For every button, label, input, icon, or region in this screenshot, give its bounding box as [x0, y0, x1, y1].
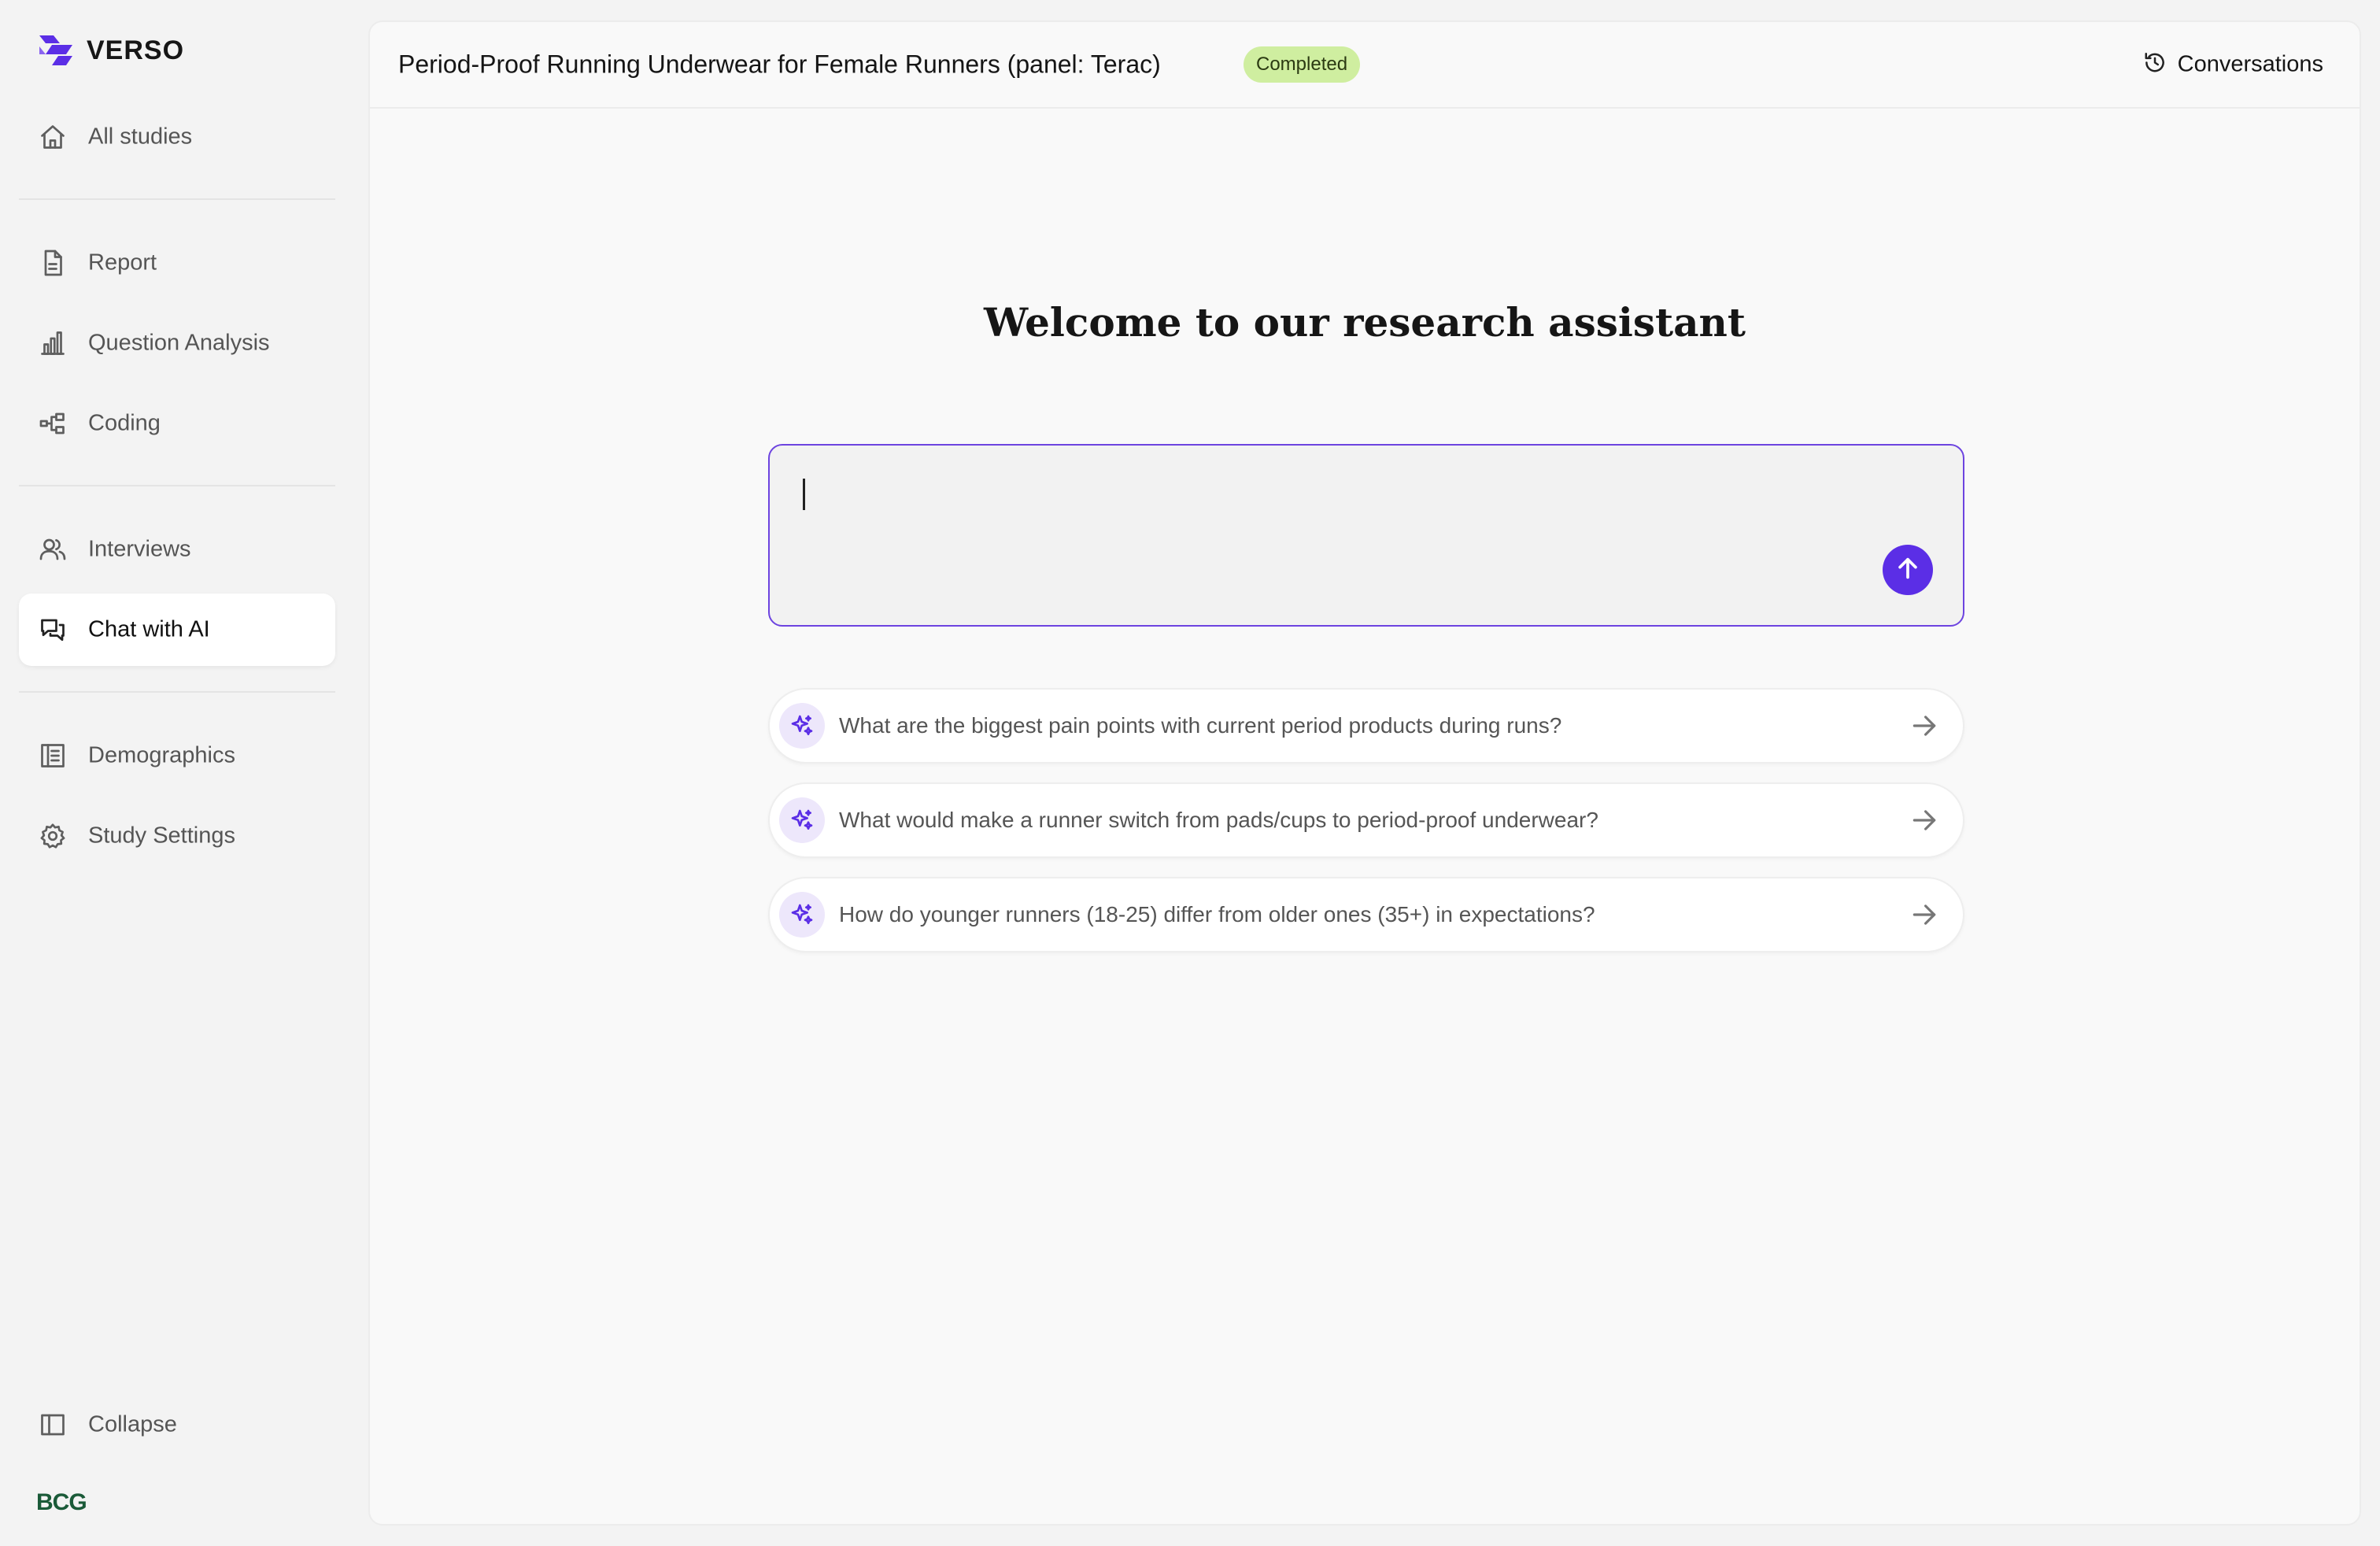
gear-icon: [38, 821, 68, 851]
sidebar-item-label: Study Settings: [88, 823, 235, 849]
sidebar-divider: [19, 691, 335, 693]
suggestion-item[interactable]: What would make a runner switch from pad…: [768, 782, 1964, 858]
sidebar-item-label: Interviews: [88, 536, 191, 562]
status-badge: Completed: [1244, 46, 1361, 83]
list-panel-icon: [38, 741, 68, 771]
sidebar-item-chat-with-ai[interactable]: Chat with AI: [19, 594, 335, 666]
page-title: Period-Proof Running Underwear for Femal…: [398, 50, 1161, 79]
document-icon: [38, 248, 68, 278]
suggestion-item[interactable]: What are the biggest pain points with cu…: [768, 688, 1964, 764]
users-icon: [38, 534, 68, 564]
chat-icon: [38, 615, 68, 645]
top-bar: Period-Proof Running Underwear for Femal…: [370, 22, 2360, 109]
suggestion-item[interactable]: How do younger runners (18-25) differ fr…: [768, 877, 1964, 952]
sidebar: VERSO All studies Report Question Analys…: [0, 0, 357, 1546]
arrow-right-icon: [1909, 805, 1939, 835]
collapse-sidebar-button[interactable]: Collapse: [19, 1389, 335, 1461]
hierarchy-icon: [38, 409, 68, 438]
home-icon: [38, 122, 68, 152]
sidebar-item-all-studies[interactable]: All studies: [19, 101, 335, 173]
sidebar-item-label: Report: [88, 250, 157, 276]
suggestion-text: How do younger runners (18-25) differ fr…: [839, 902, 1595, 926]
brand-name: VERSO: [87, 35, 185, 65]
conversations-label: Conversations: [2177, 51, 2323, 77]
sparkle-icon: [779, 703, 825, 749]
suggestion-text: What are the biggest pain points with cu…: [839, 713, 1562, 738]
sidebar-item-label: All studies: [88, 124, 193, 150]
arrow-right-icon: [1909, 711, 1939, 741]
brand-logo[interactable]: VERSO: [36, 30, 184, 71]
bar-chart-icon: [38, 328, 68, 358]
sidebar-item-demographics[interactable]: Demographics: [19, 719, 335, 792]
arrow-right-icon: [1909, 900, 1939, 930]
suggestion-text: What would make a runner switch from pad…: [839, 808, 1598, 832]
sidebar-collapse-icon: [38, 1410, 68, 1440]
send-button[interactable]: [1883, 545, 1933, 595]
sparkle-icon: [779, 892, 825, 938]
sidebar-divider: [19, 198, 335, 200]
chat-input-box: [768, 444, 1964, 627]
text-caret: [803, 479, 805, 510]
sidebar-item-label: Chat with AI: [88, 616, 210, 642]
sidebar-item-label: Demographics: [88, 742, 235, 768]
chat-input[interactable]: [792, 474, 1878, 592]
sidebar-item-coding[interactable]: Coding: [19, 387, 335, 460]
sidebar-divider: [19, 485, 335, 486]
verso-logo-icon: [39, 35, 72, 65]
sidebar-item-report[interactable]: Report: [19, 227, 335, 299]
arrow-up-icon: [1894, 555, 1921, 586]
welcome-heading: Welcome to our research assistant: [984, 299, 1746, 346]
sidebar-item-label: Question Analysis: [88, 330, 270, 356]
collapse-label: Collapse: [88, 1411, 177, 1437]
sparkle-icon: [779, 797, 825, 843]
conversations-button[interactable]: Conversations: [2143, 51, 2323, 79]
sidebar-item-label: Coding: [88, 410, 161, 436]
bcg-logo: BCG: [36, 1489, 87, 1515]
sidebar-item-interviews[interactable]: Interviews: [19, 513, 335, 586]
sidebar-item-study-settings[interactable]: Study Settings: [19, 800, 335, 872]
history-icon: [2143, 51, 2167, 79]
sidebar-item-question-analysis[interactable]: Question Analysis: [19, 307, 335, 379]
main-panel: Period-Proof Running Underwear for Femal…: [368, 20, 2361, 1526]
